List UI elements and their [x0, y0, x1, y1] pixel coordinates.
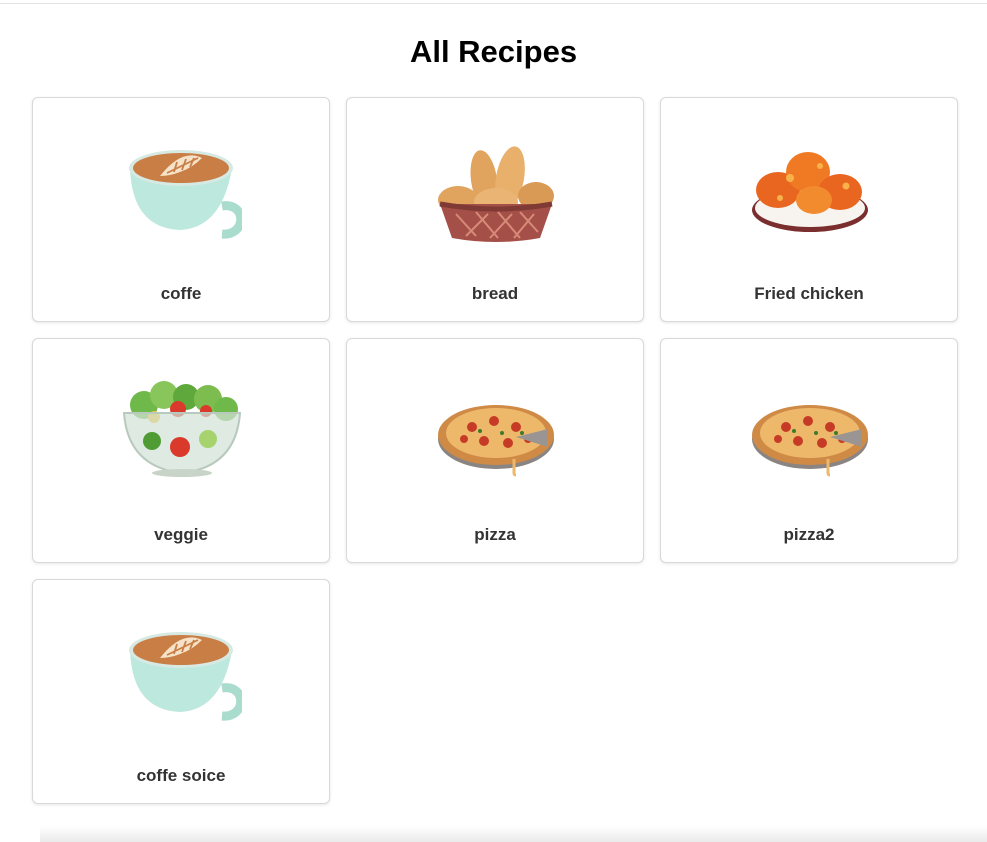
recipe-name: Fried chicken	[754, 284, 864, 303]
coffee-cup-icon	[122, 128, 242, 248]
recipe-name: pizza2	[783, 525, 835, 544]
bread-basket-icon	[436, 128, 556, 248]
recipe-card[interactable]: coffe	[32, 97, 330, 322]
recipe-card[interactable]: bread	[346, 97, 644, 322]
recipe-name: pizza	[474, 525, 516, 544]
recipe-name: bread	[471, 284, 519, 303]
pizza-icon	[436, 369, 556, 489]
recipe-card[interactable]: pizza	[346, 338, 644, 563]
recipe-name: coffe	[160, 284, 202, 303]
pizza-icon	[750, 369, 870, 489]
recipe-card[interactable]: pizza2	[660, 338, 958, 563]
recipe-name: veggie	[154, 525, 208, 544]
page-title: All Recipes	[409, 34, 578, 69]
coffee-cup-icon	[122, 610, 242, 730]
recipe-card[interactable]: Fried chicken	[660, 97, 958, 322]
salad-bowl-icon	[122, 369, 242, 489]
bottom-shadow	[40, 826, 987, 842]
top-divider	[0, 3, 987, 4]
recipe-grid: coffe bread Fried chicken veggie pizza p…	[32, 97, 958, 804]
fried-chicken-icon	[750, 128, 870, 248]
recipe-card[interactable]: veggie	[32, 338, 330, 563]
recipe-card[interactable]: coffe soice	[32, 579, 330, 804]
recipe-name: coffe soice	[136, 766, 226, 785]
